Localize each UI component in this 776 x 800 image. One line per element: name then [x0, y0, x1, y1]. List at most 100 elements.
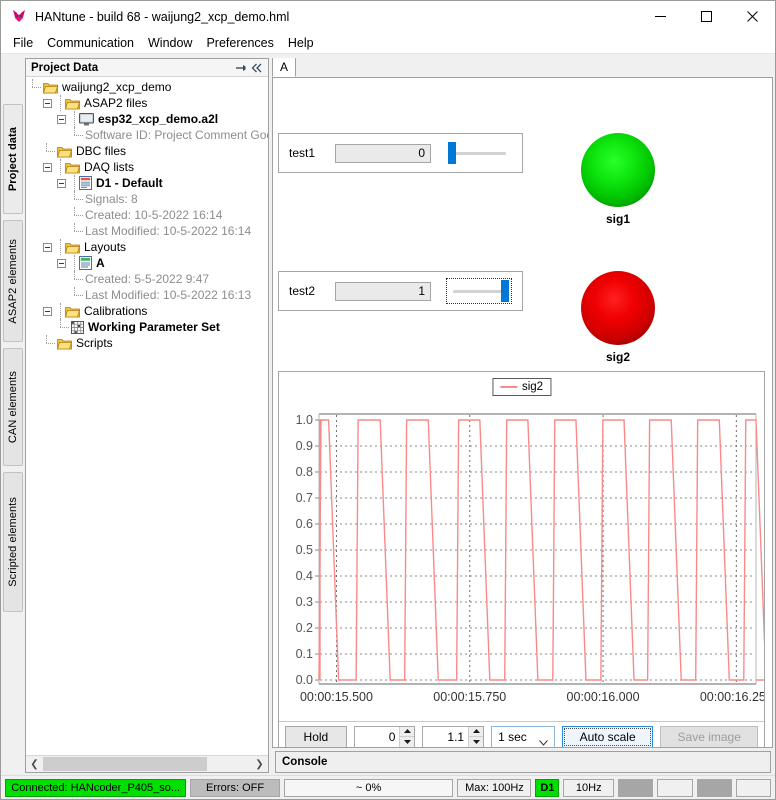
tree-expander-icon[interactable]	[57, 178, 66, 188]
minimize-button[interactable]	[637, 1, 683, 32]
auto-scale-button[interactable]: Auto scale	[561, 725, 654, 747]
tree-node[interactable]: DAQ lists	[26, 159, 268, 175]
tree-node-label: Last Modified: 10-5-2022 16:14	[85, 224, 252, 238]
tree-node[interactable]: Scripts	[26, 335, 268, 351]
tree-node[interactable]: Last Modified: 10-5-2022 16:13	[26, 287, 268, 303]
tree-node-label: A	[96, 256, 105, 270]
y-min-value[interactable]: 0	[355, 727, 400, 747]
folder-icon	[43, 81, 58, 94]
tree-node[interactable]: DBC files	[26, 143, 268, 159]
menu-window[interactable]: Window	[141, 34, 199, 52]
menu-file[interactable]: File	[6, 34, 40, 52]
scroll-left-arrow[interactable]: ❮	[26, 756, 43, 772]
chart-y-tick-label: 1.0	[296, 413, 313, 427]
tree-node[interactable]: Layouts	[26, 239, 268, 255]
tree-expander-icon[interactable]	[57, 114, 66, 124]
layout-icon	[79, 256, 92, 270]
tree-node[interactable]: Calibrations	[26, 303, 268, 319]
chart-toolbar: Hold 0 1.1 1 sec Auto scale Save image	[279, 721, 764, 748]
double-chevron-left-icon[interactable]	[249, 61, 265, 75]
tree-node[interactable]: Last Modified: 10-5-2022 16:14	[26, 223, 268, 239]
vtab-asap2-elements[interactable]: ASAP2 elements	[3, 220, 23, 342]
project-tree[interactable]: waijung2_xcp_demo ASAP2 files esp32_xcp_de…	[26, 77, 268, 755]
y-max-value[interactable]: 1.1	[423, 727, 468, 747]
vtab-can-elements[interactable]: CAN elements	[3, 348, 23, 466]
tree-node[interactable]: D1 - Default	[26, 175, 268, 191]
test2-slider[interactable]	[446, 278, 512, 304]
y-min-down-arrow[interactable]	[400, 736, 415, 747]
application-window: HANtune - build 68 - waijung2_xcp_demo.h…	[0, 0, 776, 800]
tree-node[interactable]: Created: 5-5-2022 9:47	[26, 271, 268, 287]
y-min-arrows	[399, 726, 415, 747]
tree-connector	[70, 255, 75, 271]
y-max-spinner[interactable]: 1.1	[422, 725, 485, 747]
tree-node[interactable]: ASAP2 files	[26, 95, 268, 111]
console-panel[interactable]: Console	[275, 751, 771, 773]
menu-help[interactable]: Help	[281, 34, 321, 52]
tree-expander-icon[interactable]	[57, 258, 66, 268]
tree-node[interactable]: Working Parameter Set	[26, 319, 268, 335]
tree-node[interactable]: Software ID: Project Comment Goes H	[26, 127, 268, 143]
vertical-tab-strip: Project data ASAP2 elements CAN elements…	[1, 54, 25, 775]
tree-horizontal-scrollbar[interactable]: ❮ ❯	[26, 755, 268, 772]
project-data-title: Project Data	[31, 61, 99, 74]
status-daq: D1	[535, 778, 560, 797]
grid-icon	[71, 320, 84, 334]
tree-node[interactable]: esp32_xcp_demo.a2l	[26, 111, 268, 127]
tree-node-label: Created: 5-5-2022 9:47	[85, 272, 210, 286]
close-button[interactable]	[729, 1, 775, 32]
test2-slider-thumb[interactable]	[501, 280, 509, 302]
tree-node[interactable]: Created: 10-5-2022 16:14	[26, 207, 268, 223]
test2-value-field[interactable]: 1	[335, 281, 431, 301]
chart-y-tick-label: 0.2	[296, 621, 313, 635]
tree-expander-icon[interactable]	[43, 162, 52, 172]
y-min-up-arrow[interactable]	[400, 726, 415, 737]
y-max-up-arrow[interactable]	[469, 726, 484, 737]
tree-connector	[71, 287, 85, 303]
hold-button[interactable]: Hold	[285, 725, 347, 747]
tree-node[interactable]: waijung2_xcp_demo	[26, 79, 268, 95]
test1-row: test1 0	[279, 134, 522, 172]
status-connection: Connected: HANcoder_P405_so...	[5, 778, 187, 797]
maximize-button[interactable]	[683, 1, 729, 32]
test1-value-field[interactable]: 0	[335, 143, 431, 163]
menu-communication[interactable]: Communication	[40, 34, 141, 52]
tree-expander-icon[interactable]	[43, 306, 52, 316]
layout-tab-strip: A	[272, 58, 773, 78]
chart-plot-area[interactable]: sig2 0.0 0.1 0.2 0.3 0.4 0.5 0.6 0.7 0.8 0.9 1.0 00…	[279, 372, 772, 721]
vtab-scripted-elements[interactable]: Scripted elements	[3, 472, 23, 612]
tree-node-label: Last Modified: 10-5-2022 16:13	[85, 288, 252, 302]
y-max-down-arrow[interactable]	[469, 736, 484, 747]
tab-layout-a[interactable]: A	[272, 58, 297, 77]
tree-node-label: Signals: 8	[85, 192, 138, 206]
chevron-down-icon	[538, 735, 548, 748]
status-errors: Errors: OFF	[190, 778, 280, 797]
tree-expander-icon[interactable]	[43, 98, 52, 108]
tree-connector	[56, 95, 61, 111]
chart-y-tick-label: 0.8	[296, 465, 313, 479]
save-image-button: Save image	[660, 725, 759, 747]
tree-node[interactable]: A	[26, 255, 268, 271]
vtab-project-data-label: Project data	[7, 126, 19, 192]
y-min-spinner[interactable]: 0	[353, 725, 416, 747]
scroll-thumb[interactable]	[43, 757, 208, 771]
tree-node-label: DAQ lists	[84, 160, 135, 174]
test1-slider[interactable]	[446, 140, 512, 166]
menu-preferences[interactable]: Preferences	[199, 34, 280, 52]
vtab-project-data[interactable]: Project data	[3, 104, 23, 214]
chart-y-tick-label: 0.9	[296, 439, 313, 453]
tree-expander-icon[interactable]	[43, 242, 52, 252]
hantune-icon	[11, 9, 27, 25]
pin-icon[interactable]	[233, 61, 249, 75]
window-controls	[637, 1, 775, 32]
tree-node[interactable]: Signals: 8	[26, 191, 268, 207]
scroll-right-arrow[interactable]: ❯	[251, 756, 268, 772]
test1-slider-thumb[interactable]	[448, 142, 456, 164]
folder-icon	[65, 97, 80, 110]
chart-y-tick-label: 0.0	[296, 673, 313, 687]
tree-connector	[29, 79, 43, 95]
time-span-select[interactable]: 1 sec	[491, 725, 555, 748]
tree-node-label: ASAP2 files	[84, 96, 148, 110]
scroll-track[interactable]	[43, 756, 251, 772]
tab-layout-a-label: A	[280, 60, 289, 74]
